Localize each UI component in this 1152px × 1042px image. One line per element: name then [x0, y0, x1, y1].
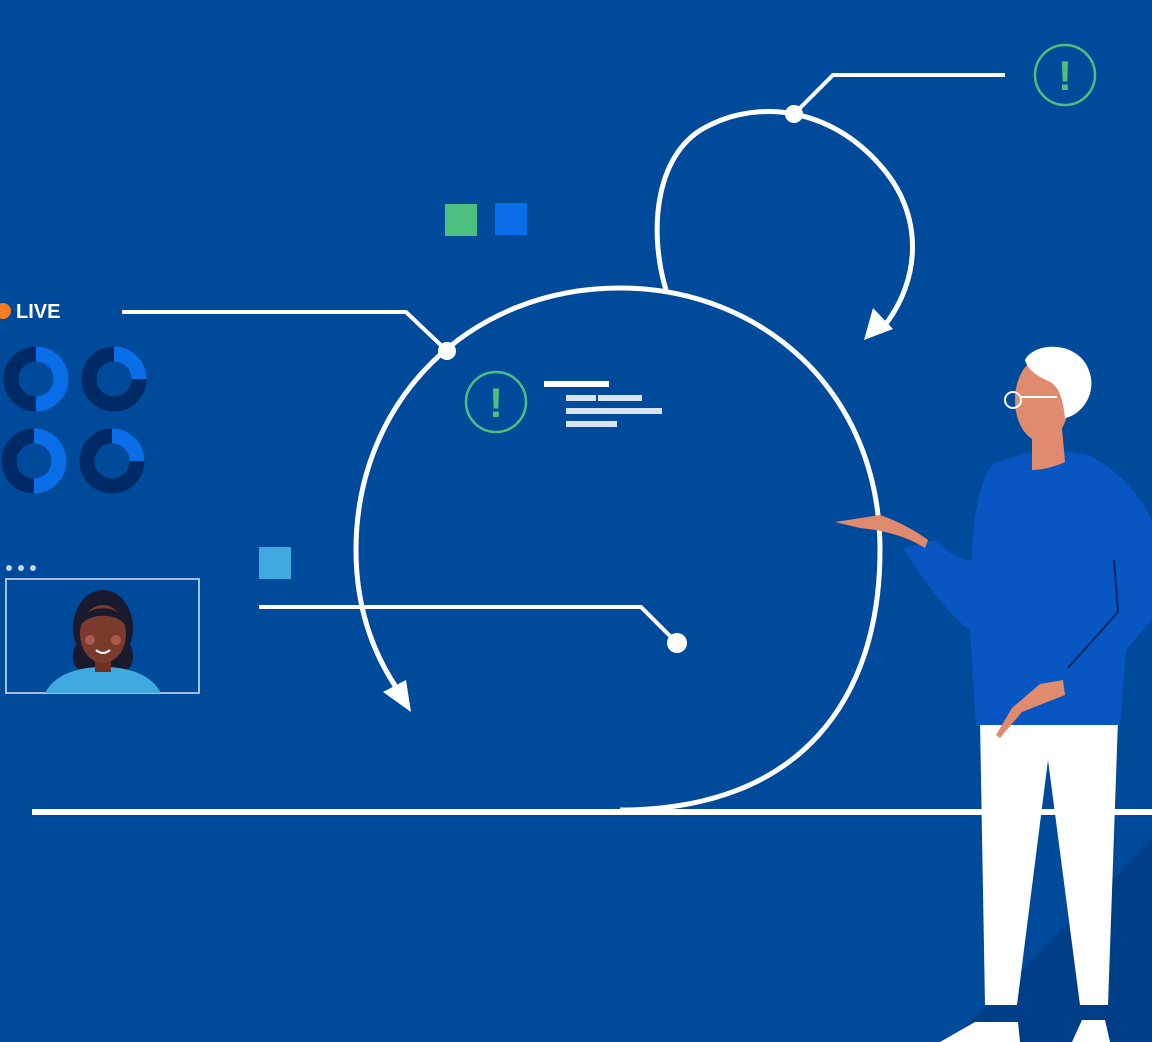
svg-text:!: ! — [489, 379, 503, 426]
donut-chart — [79, 428, 145, 494]
video-call-window — [5, 565, 200, 694]
connector-bottom — [259, 605, 679, 645]
illustration-scene: ! ! LIVE — [0, 43, 1152, 1042]
sweater — [903, 451, 1152, 725]
donut-chart — [1, 428, 67, 494]
connector-top — [792, 73, 1005, 116]
shoe — [940, 1022, 1020, 1042]
background-shape — [950, 840, 1152, 1042]
alert-icon: ! — [1033, 43, 1097, 107]
connector-node — [785, 105, 803, 123]
more-options-icon — [6, 565, 12, 571]
presenter-person — [835, 346, 1152, 1042]
live-indicator: LIVE — [0, 301, 60, 323]
large-loop-arrowhead — [383, 680, 411, 712]
live-label: LIVE — [16, 301, 60, 323]
live-dot — [0, 303, 11, 319]
large-loop-arrow — [353, 285, 883, 813]
donut-chart — [3, 346, 69, 412]
connector-live — [122, 310, 449, 353]
blue-square — [495, 203, 527, 235]
donut-chart — [81, 346, 147, 412]
connector-node — [438, 342, 456, 360]
alert-icon: ! — [464, 370, 528, 434]
text-lines-placeholder — [544, 381, 662, 427]
green-square — [445, 204, 477, 236]
connector-node — [667, 633, 687, 653]
more-options-icon — [30, 565, 36, 571]
donut-chart-grid — [1, 346, 147, 494]
svg-text:!: ! — [1058, 52, 1072, 99]
more-options-icon — [18, 565, 24, 571]
small-loop-arrow — [654, 109, 915, 327]
video-participant-avatar — [45, 590, 161, 693]
light-blue-square — [259, 547, 291, 579]
